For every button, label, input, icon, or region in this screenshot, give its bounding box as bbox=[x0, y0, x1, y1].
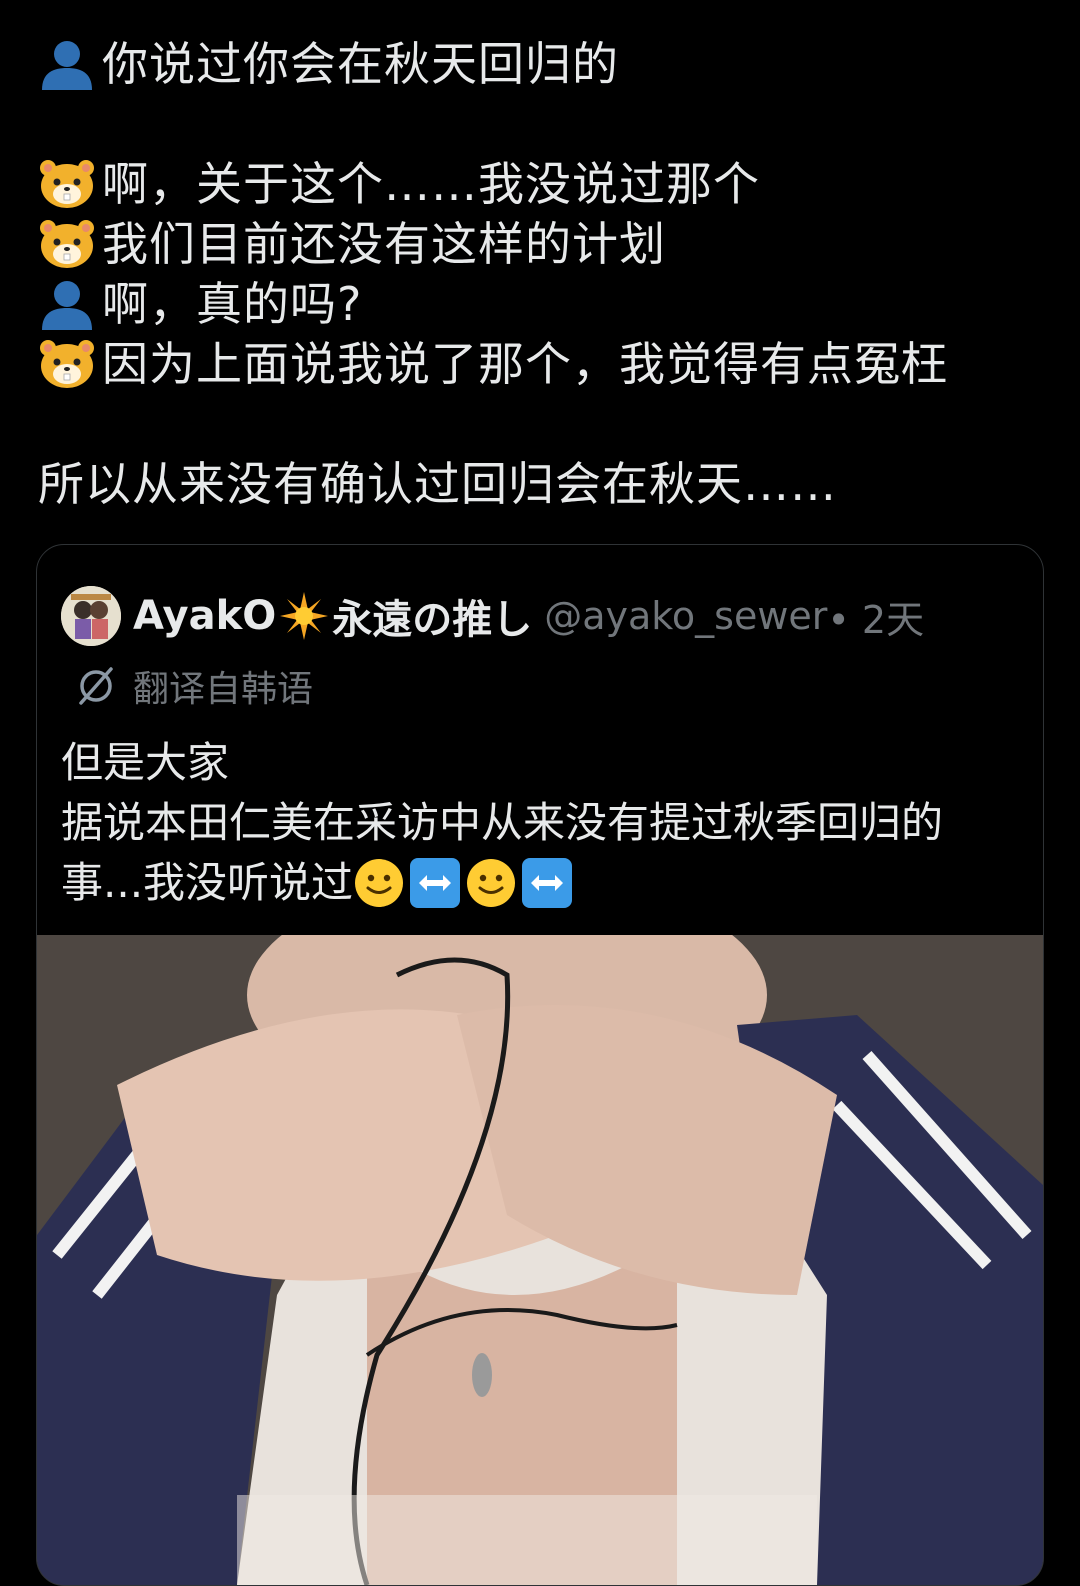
quoted-line: 但是大家 bbox=[61, 738, 230, 787]
left-right-arrow-icon bbox=[521, 857, 573, 909]
sparkle-icon bbox=[280, 592, 329, 640]
line-text: 啊，关于这个……我没说过那个 bbox=[102, 157, 760, 211]
chat-line: 我们目前还没有这样的计划 bbox=[38, 214, 1048, 274]
avatar[interactable] bbox=[61, 586, 121, 646]
translation-note[interactable]: 翻译自韩语 bbox=[73, 659, 313, 713]
hamster-icon bbox=[38, 218, 96, 270]
line-text: 因为上面说我说了那个，我觉得有点冤枉 bbox=[102, 337, 948, 391]
quoted-line-text: 事...我没听说过 bbox=[61, 858, 354, 907]
post-text: 你说过你会在秋天回归的 啊，关于这个……我没说过那个 我们目前还没有这样的计划 … bbox=[38, 34, 1048, 514]
line-text: 你说过你会在秋天回归的 bbox=[102, 37, 619, 91]
author-handle[interactable]: @ayako_sewer bbox=[544, 594, 827, 638]
quoted-header: AyakO 永遠の推し @ayako_sewer • 2天 bbox=[61, 583, 924, 649]
left-right-arrow-icon bbox=[409, 857, 461, 909]
quoted-line: 据说本田仁美在采访中从来没有提过秋季回归的 bbox=[61, 798, 944, 847]
chat-line: 因为上面说我说了那个，我觉得有点冤枉 bbox=[38, 334, 1048, 394]
quoted-post[interactable]: AyakO 永遠の推し @ayako_sewer • 2天 翻译自韩语 但是大家… bbox=[36, 544, 1044, 1586]
chat-line: 你说过你会在秋天回归的 bbox=[38, 34, 1048, 94]
author-name-text: AyakO bbox=[133, 593, 277, 639]
post-time: • 2天 bbox=[827, 597, 925, 642]
slightly-smiling-face-icon bbox=[465, 857, 517, 909]
quoted-line: 事...我没听说过 bbox=[61, 853, 1031, 913]
author-suffix: 永遠の推し bbox=[332, 597, 533, 643]
hamster-icon bbox=[38, 338, 96, 390]
hamster-icon bbox=[38, 158, 96, 210]
closing-text: 所以从来没有确认过回归会在秋天…… bbox=[38, 457, 837, 511]
video-thumbnail[interactable] bbox=[37, 935, 1043, 1585]
translate-icon bbox=[73, 663, 119, 709]
slightly-smiling-face-icon bbox=[353, 857, 405, 909]
author-name[interactable]: AyakO 永遠の推し bbox=[133, 587, 532, 645]
line-text: 我们目前还没有这样的计划 bbox=[102, 217, 666, 271]
line-text: 啊，真的吗? bbox=[102, 277, 363, 331]
quoted-text: 但是大家 据说本田仁美在采访中从来没有提过秋季回归的 事...我没听说过 bbox=[61, 733, 1031, 913]
chat-line: 啊，关于这个……我没说过那个 bbox=[38, 154, 1048, 214]
person-icon bbox=[38, 38, 96, 90]
chat-line: 啊，真的吗? bbox=[38, 274, 1048, 334]
person-icon bbox=[38, 278, 96, 330]
translation-label: 翻译自韩语 bbox=[133, 669, 314, 710]
